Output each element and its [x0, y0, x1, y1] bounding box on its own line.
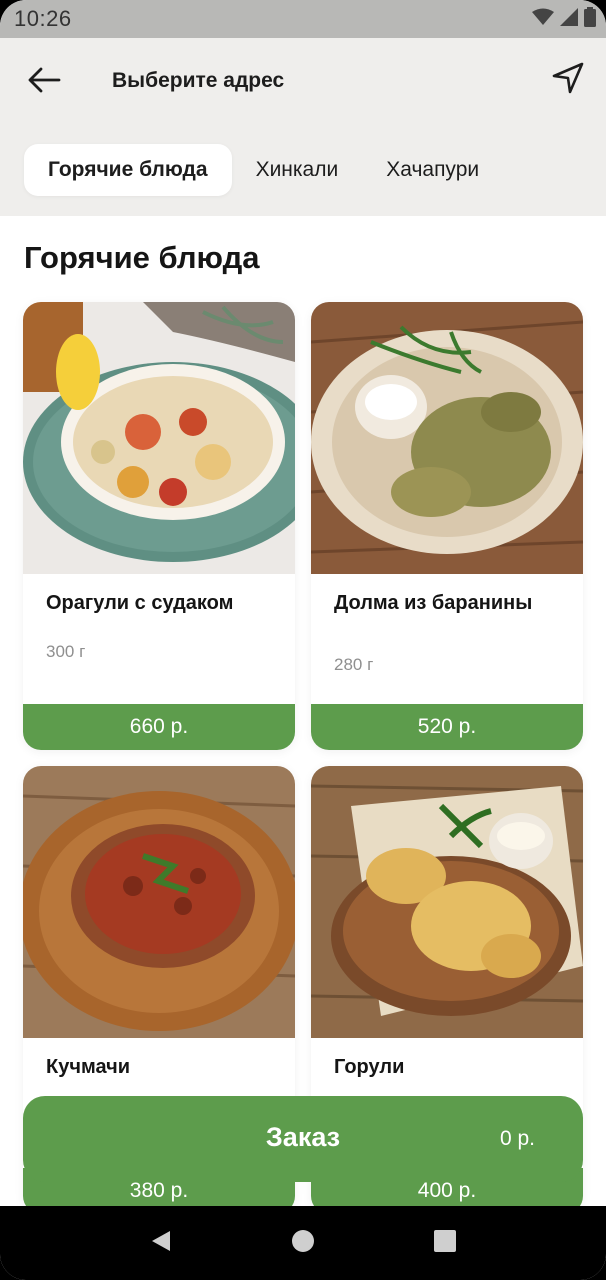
- signal-icon: [560, 7, 578, 31]
- product-name: Кучмачи: [46, 1056, 131, 1078]
- order-total: 0 р.: [499, 1127, 535, 1150]
- location-button[interactable]: [550, 62, 586, 98]
- product-photo: [23, 766, 295, 1038]
- product-name: Орагули с судаком: [46, 592, 234, 614]
- header: Выберите адрес Горячие блюда Хинкали Хач…: [0, 38, 606, 216]
- app-screen: 10:26 Выберите адрес Горячие блюда Хинка…: [0, 0, 606, 1280]
- address-selector[interactable]: Выберите адрес: [112, 69, 284, 93]
- battery-icon: [584, 6, 596, 32]
- back-button[interactable]: [26, 64, 62, 100]
- square-recents-icon: [434, 1229, 456, 1257]
- circle-home-icon: [291, 1229, 315, 1258]
- tab-khachapuri[interactable]: Хачапури: [362, 144, 503, 196]
- tab-khinkali[interactable]: Хинкали: [232, 144, 363, 196]
- order-button[interactable]: Заказ 0 р.: [23, 1096, 583, 1182]
- nav-home-button[interactable]: [283, 1223, 323, 1263]
- product-photo: [311, 302, 583, 574]
- category-tabs: Горячие блюда Хинкали Хачапури: [24, 144, 503, 196]
- navigation-arrow-icon: [551, 61, 585, 100]
- add-to-cart-button[interactable]: 520 р.: [311, 704, 583, 750]
- arrow-left-icon: [27, 67, 61, 98]
- status-bar: 10:26: [0, 0, 606, 38]
- nav-back-button[interactable]: [141, 1223, 181, 1263]
- product-card[interactable]: Долма из баранины 280 г 520 р.: [311, 302, 583, 750]
- product-name: Долма из баранины: [334, 592, 533, 614]
- status-time: 10:26: [14, 6, 72, 31]
- section-title: Горячие блюда: [24, 240, 260, 275]
- product-photo: [23, 302, 295, 574]
- product-card[interactable]: Орагули с судаком 300 г 660 р.: [23, 302, 295, 750]
- tab-hot-dishes[interactable]: Горячие блюда: [24, 144, 232, 196]
- product-photo: [311, 766, 583, 1038]
- add-to-cart-button[interactable]: 660 р.: [23, 704, 295, 750]
- product-name: Горули: [334, 1056, 405, 1078]
- product-weight: 280 г: [334, 655, 374, 674]
- triangle-back-icon: [150, 1229, 172, 1258]
- wifi-icon: [532, 8, 554, 31]
- nav-recents-button[interactable]: [425, 1223, 465, 1263]
- status-icons: [532, 6, 596, 32]
- product-weight: 300 г: [46, 642, 86, 661]
- system-nav-bar: [0, 1206, 606, 1280]
